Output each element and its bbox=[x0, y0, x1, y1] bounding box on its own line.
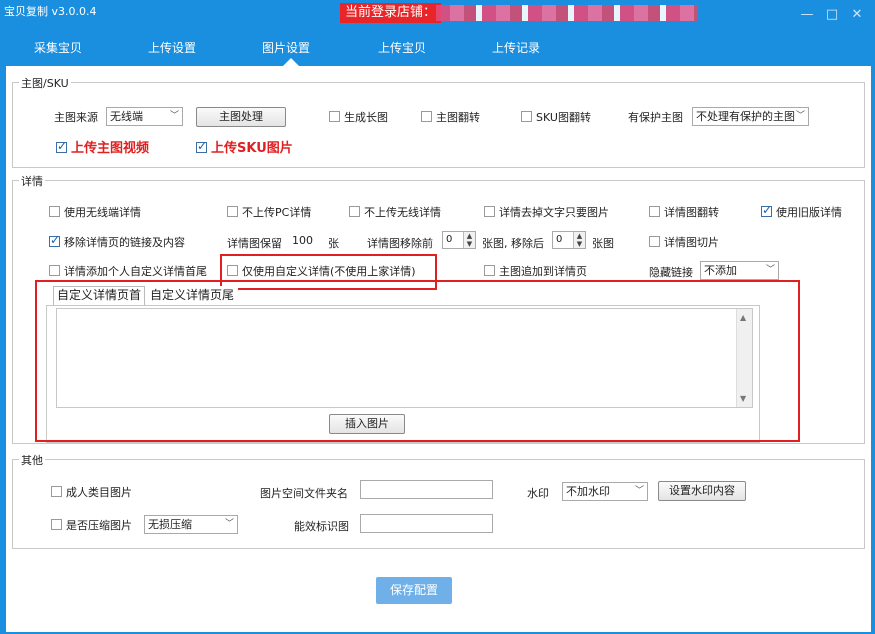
minimize-icon[interactable]: — bbox=[800, 8, 814, 22]
main-tabs: 采集宝贝 上传设置 图片设置 上传宝贝 上传记录 bbox=[0, 30, 875, 66]
compress-mode-select[interactable]: 无损压缩 ﹀ bbox=[144, 515, 238, 534]
main-image-legend: 主图/SKU bbox=[19, 75, 71, 91]
stepper-arrows-icon: ▲ ▼ bbox=[463, 232, 475, 248]
main-source-label: 主图来源 bbox=[54, 111, 98, 124]
tab-image-settings[interactable]: 图片设置 bbox=[262, 39, 310, 56]
tab-upload-settings[interactable]: 上传设置 bbox=[148, 39, 196, 56]
watermark-settings-button[interactable]: 设置水印内容 bbox=[658, 481, 746, 501]
remove-front-label: 详情图移除前 bbox=[367, 237, 433, 250]
upload-video-checkbox[interactable]: 上传主图视频 bbox=[56, 137, 149, 156]
tab-collect[interactable]: 采集宝贝 bbox=[34, 39, 82, 56]
main-image-process-button[interactable]: 主图处理 bbox=[196, 107, 286, 127]
protected-main-select[interactable]: 不处理有保护的主图 ﹀ bbox=[692, 107, 809, 126]
tab-upload-records[interactable]: 上传记录 bbox=[492, 39, 540, 56]
close-icon[interactable]: ✕ bbox=[850, 8, 864, 22]
remove-after-label: 张图, 移除后 bbox=[482, 237, 544, 250]
hidden-links-select[interactable]: 不添加 ﹀ bbox=[700, 261, 779, 280]
remove-text-checkbox[interactable]: 详情去掉文字只要图片 bbox=[484, 204, 609, 220]
maximize-icon[interactable]: □ bbox=[825, 8, 839, 22]
save-config-button[interactable]: 保存配置 bbox=[376, 577, 452, 604]
keep-images-label: 详情图保留 bbox=[227, 237, 282, 250]
remove-after-unit: 张图 bbox=[592, 237, 614, 250]
use-old-details-checkbox[interactable]: 使用旧版详情 bbox=[761, 203, 842, 220]
chevron-down-icon: ﹀ bbox=[169, 111, 179, 121]
append-main-to-details-checkbox[interactable]: 主图追加到详情页 bbox=[484, 263, 587, 279]
flip-sku-checkbox[interactable]: SKU图翻转 bbox=[521, 109, 591, 125]
protected-main-label: 有保护主图 bbox=[628, 111, 683, 124]
image-folder-input[interactable] bbox=[360, 480, 493, 499]
details-legend: 详情 bbox=[19, 173, 45, 189]
slice-detail-checkbox[interactable]: 详情图切片 bbox=[649, 234, 719, 250]
chevron-down-icon: ﹀ bbox=[795, 111, 805, 121]
stepper-arrows-icon: ▲ ▼ bbox=[573, 232, 585, 248]
flip-main-checkbox[interactable]: 主图翻转 bbox=[421, 109, 480, 125]
other-group: 其他 bbox=[12, 452, 865, 549]
adult-category-checkbox[interactable]: 成人类目图片 bbox=[51, 484, 132, 500]
other-legend: 其他 bbox=[19, 452, 45, 468]
main-source-select[interactable]: 无线端 ﹀ bbox=[106, 107, 183, 126]
no-pc-details-checkbox[interactable]: 不上传PC详情 bbox=[227, 204, 311, 220]
keep-images-input[interactable]: 100 bbox=[289, 232, 324, 251]
efficacy-label: 能效标识图 bbox=[294, 520, 349, 533]
upload-sku-checkbox[interactable]: 上传SKU图片 bbox=[196, 137, 293, 156]
keep-images-unit: 张 bbox=[328, 237, 339, 250]
remove-front-stepper[interactable]: 0 ▲ ▼ bbox=[442, 231, 476, 249]
chevron-down-icon: ﹀ bbox=[634, 486, 644, 496]
no-mobile-details-checkbox[interactable]: 不上传无线详情 bbox=[349, 204, 441, 220]
image-folder-label: 图片空间文件夹名 bbox=[260, 487, 348, 500]
use-mobile-details-checkbox[interactable]: 使用无线端详情 bbox=[49, 204, 141, 220]
compress-images-checkbox[interactable]: 是否压缩图片 bbox=[51, 517, 132, 533]
flip-detail-checkbox[interactable]: 详情图翻转 bbox=[649, 204, 719, 220]
long-image-checkbox[interactable]: 生成长图 bbox=[329, 109, 388, 125]
app-title: 宝贝复制 v3.0.0.4 bbox=[4, 5, 97, 18]
settings-panel: 主图/SKU 主图来源 无线端 ﹀ 主图处理 生成长图 主图翻转 SKU图翻转 有… bbox=[6, 66, 871, 632]
tab-upload-items[interactable]: 上传宝贝 bbox=[378, 39, 426, 56]
watermark-label: 水印 bbox=[527, 487, 549, 500]
efficacy-input[interactable] bbox=[360, 514, 493, 533]
remove-after-stepper[interactable]: 0 ▲ ▼ bbox=[552, 231, 586, 249]
chevron-down-icon: ﹀ bbox=[224, 519, 234, 529]
hidden-links-label: 隐藏链接 bbox=[649, 266, 693, 279]
title-bar: 宝贝复制 v3.0.0.4 当前登录店铺： — □ ✕ bbox=[0, 0, 875, 30]
remove-links-checkbox[interactable]: 移除详情页的链接及内容 bbox=[49, 233, 185, 250]
chevron-down-icon: ﹀ bbox=[765, 265, 775, 275]
watermark-select[interactable]: 不加水印 ﹀ bbox=[562, 482, 648, 501]
active-tab-caret-icon bbox=[283, 58, 299, 66]
blurred-shop-name bbox=[436, 5, 698, 21]
add-header-footer-checkbox[interactable]: 详情添加个人自定义详情首尾 bbox=[49, 263, 207, 279]
highlight-frame-custom-panel bbox=[35, 280, 800, 442]
login-shop-banner: 当前登录店铺： bbox=[340, 3, 700, 23]
login-shop-label: 当前登录店铺： bbox=[340, 3, 442, 23]
